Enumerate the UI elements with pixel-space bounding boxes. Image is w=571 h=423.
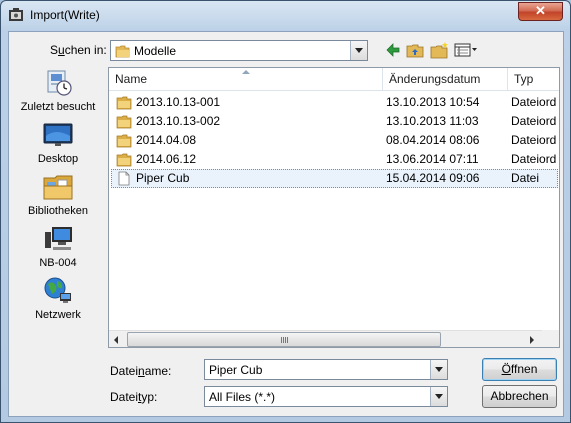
open-button[interactable]: Öffnen: [482, 358, 557, 381]
lookin-label: Suchen in:: [50, 43, 107, 57]
title-bar[interactable]: Import(Write) ✕: [1, 1, 570, 29]
folder-icon: [115, 45, 130, 58]
file-type: Dateiordn: [511, 152, 557, 166]
list-item[interactable]: 2014.06.12 13.06.2014 07:11 Dateiordn: [109, 150, 559, 169]
file-date: 13.10.2013 11:03: [386, 114, 479, 128]
app-icon: [9, 8, 23, 21]
file-name: Piper Cub: [136, 171, 190, 185]
list-header: Name Änderungsdatum Typ: [109, 68, 559, 91]
filetype-combo[interactable]: All Files (*.*): [204, 386, 448, 407]
list-item[interactable]: 2013.10.13-002 13.10.2013 11:03 Dateiord…: [109, 112, 559, 131]
libraries-icon: [43, 175, 73, 200]
grip-icon: [281, 337, 289, 343]
column-header-type[interactable]: Typ: [507, 68, 559, 91]
place-label: NB-004: [39, 257, 77, 269]
list-item[interactable]: 2013.10.13-001 13.10.2013 10:54 Dateiord…: [109, 93, 559, 112]
filetype-label: Dateityp:: [110, 390, 158, 404]
folder-icon: [116, 153, 132, 167]
file-type: Dateiordn: [511, 95, 557, 109]
place-desktop[interactable]: Desktop: [9, 120, 107, 172]
place-label: Bibliotheken: [28, 205, 88, 217]
filename-combo[interactable]: Piper Cub: [204, 359, 448, 380]
list-item[interactable]: 2014.04.08 08.04.2014 08:06 Dateiordn: [109, 131, 559, 150]
window-title: Import(Write): [30, 8, 100, 22]
place-label: Desktop: [37, 153, 79, 165]
dialog-window: Import(Write) ✕ Suchen in: Modelle Zulet…: [0, 0, 571, 423]
new-folder-icon[interactable]: [430, 41, 449, 59]
folder-icon: [116, 115, 132, 129]
place-computer[interactable]: NB-004: [9, 224, 107, 276]
file-name: 2013.10.13-002: [136, 114, 221, 128]
file-date: 13.10.2013 10:54: [386, 95, 480, 109]
place-label: Zuletzt besucht: [20, 101, 96, 113]
horizontal-scrollbar[interactable]: [109, 330, 559, 347]
recent-places-icon: [47, 70, 72, 96]
scroll-corner: [542, 330, 559, 347]
filetype-value: All Files (*.*): [209, 390, 276, 404]
computer-icon: [45, 227, 72, 250]
scrollbar-thumb[interactable]: [127, 332, 441, 347]
list-item-selected[interactable]: Piper Cub 15.04.2014 09:06 Datei: [109, 169, 559, 188]
scroll-right-icon[interactable]: [523, 332, 540, 347]
desktop-icon: [43, 123, 73, 146]
folder-icon: [116, 96, 132, 110]
chevron-down-icon[interactable]: [350, 41, 367, 60]
chevron-down-icon[interactable]: [430, 360, 447, 379]
views-menu-icon[interactable]: [454, 41, 478, 59]
filename-label: Dateiname:: [110, 364, 172, 378]
filename-value[interactable]: Piper Cub: [209, 363, 262, 377]
file-date: 15.04.2014 09:06: [386, 171, 480, 185]
scroll-left-icon[interactable]: [109, 332, 126, 347]
chevron-down-icon[interactable]: [430, 387, 447, 406]
file-icon: [118, 171, 130, 186]
file-list[interactable]: Name Änderungsdatum Typ 2013.10.13-001 1…: [108, 67, 560, 348]
up-folder-icon[interactable]: [406, 41, 424, 59]
network-icon: [44, 277, 71, 303]
cancel-button[interactable]: Abbrechen: [482, 385, 557, 408]
dialog-client: Suchen in: Modelle Zuletzt besucht Deskt…: [8, 31, 564, 417]
close-button[interactable]: ✕: [518, 2, 563, 21]
places-bar: Zuletzt besucht Desktop Bibliotheken NB-…: [9, 68, 107, 348]
place-recent[interactable]: Zuletzt besucht: [9, 68, 107, 120]
file-name: 2013.10.13-001: [136, 95, 221, 109]
sort-ascending-icon: [242, 70, 250, 74]
file-name: 2014.06.12: [136, 152, 197, 166]
lookin-combo[interactable]: Modelle: [110, 40, 368, 61]
file-name: 2014.04.08: [136, 133, 197, 147]
file-type: Dateiordn: [511, 133, 557, 147]
place-libraries[interactable]: Bibliotheken: [9, 172, 107, 224]
place-network[interactable]: Netzwerk: [9, 276, 107, 328]
lookin-value: Modelle: [134, 44, 177, 58]
file-type: Datei: [511, 171, 540, 185]
file-date: 13.06.2014 07:11: [386, 152, 479, 166]
file-type: Dateiordn: [511, 114, 557, 128]
folder-icon: [116, 134, 132, 148]
back-icon[interactable]: [385, 41, 401, 59]
place-label: Netzwerk: [35, 309, 81, 321]
column-header-date[interactable]: Änderungsdatum: [382, 68, 507, 91]
file-date: 08.04.2014 08:06: [386, 133, 480, 147]
